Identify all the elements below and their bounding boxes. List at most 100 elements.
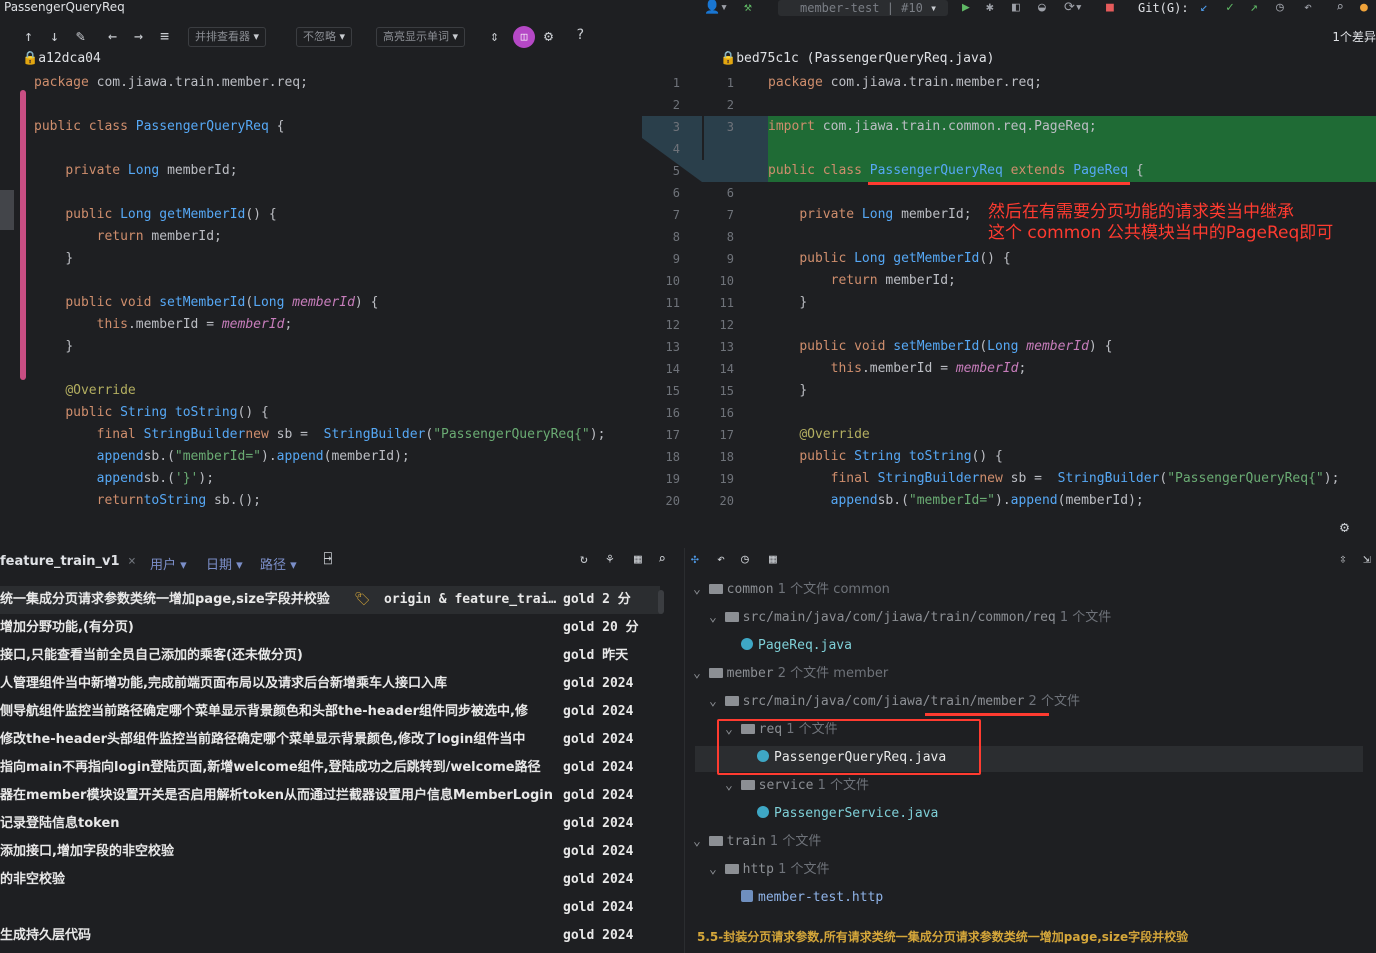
help-icon[interactable]: ? — [576, 27, 584, 43]
code-line: @Override — [768, 424, 869, 446]
rollback-icon[interactable]: ↶ — [1304, 0, 1312, 16]
tree-folder[interactable]: ⌄ src/main/java/com/jiawa/train/member 2… — [709, 688, 1080, 716]
commit-author-date: gold 2024 — [563, 704, 634, 719]
close-icon[interactable]: × — [128, 554, 136, 569]
commit-row[interactable]: 修改the-header头部组件监控当前路径确定哪个菜单显示背景颜色,修改了lo… — [0, 726, 660, 754]
tree-module[interactable]: ⌄ train 1 个文件 — [693, 828, 821, 856]
layout-icon[interactable]: ▦ — [634, 552, 642, 567]
debug-icon[interactable]: ✱ — [986, 0, 994, 16]
left-line-number: 13 — [665, 340, 680, 354]
tree-folder[interactable]: ⌄ service 1 个文件 — [725, 772, 869, 800]
right-line-number: 16 — [719, 406, 734, 420]
hammer-icon[interactable]: ⚒ — [744, 0, 752, 16]
back-icon[interactable]: ← — [108, 27, 117, 45]
tree-java[interactable]: PassengerService.java — [757, 800, 938, 828]
commit-row[interactable]: gold 2024 — [0, 894, 660, 922]
settings-icon[interactable]: ⚙ — [544, 27, 553, 45]
prev-diff-icon[interactable]: ↑ — [24, 27, 33, 45]
code-token: public void — [799, 339, 886, 354]
scroll-stripe[interactable] — [0, 190, 14, 230]
list-icon[interactable]: ≡ — [160, 27, 169, 45]
annotation-box — [717, 719, 981, 775]
code-token: return — [96, 229, 144, 244]
right-editor[interactable]: package com.jiawa.train.member.req; impor… — [768, 72, 1376, 512]
next-diff-icon[interactable]: ↓ — [50, 27, 59, 45]
pin-icon[interactable]: ✣ — [691, 552, 699, 567]
search-icon[interactable]: ⌕ — [1336, 0, 1344, 16]
update-badge-icon[interactable]: ● — [1360, 0, 1368, 16]
viewer-mode-select[interactable]: 并排查看器 — [188, 27, 267, 47]
profile-icon[interactable]: ◒ — [1038, 0, 1046, 16]
git-update-icon[interactable]: ↙ — [1200, 0, 1208, 16]
graph-icon[interactable]: ⍈ — [324, 552, 332, 567]
left-editor[interactable]: package com.jiawa.train.member.req; publi… — [34, 72, 642, 512]
commit-row[interactable]: 生成持久层代码 gold 2024 — [0, 922, 660, 950]
expand-all-icon[interactable]: ⇳ — [1339, 552, 1347, 567]
commit-row[interactable]: 指向main不再指向login登陆页面,新增welcome组件,登陆成功之后跳转… — [0, 754, 660, 782]
code-token: } — [65, 251, 74, 266]
tree-module[interactable]: ⌄ common 1 个文件 common — [693, 576, 890, 604]
highlight-mode-select[interactable]: 高亮显示单词 — [376, 27, 466, 47]
run-configuration-select[interactable]: member-test | #10 ▾ — [778, 0, 948, 16]
refresh-icon[interactable]: ↻ — [580, 552, 588, 567]
cherry-pick-icon[interactable]: ⚘ — [606, 552, 614, 567]
path-filter[interactable]: 路径 ▾ — [260, 554, 297, 573]
git-label: Git(G): — [1138, 1, 1189, 15]
search-icon[interactable]: ⌕ — [658, 552, 666, 567]
commit-row[interactable]: 侧导航组件监控当前路径确定哪个菜单显示背景颜色和头部the-header组件同步… — [0, 698, 660, 726]
coverage-icon[interactable]: ◧ — [1012, 0, 1020, 16]
history-icon[interactable]: ◷ — [1276, 0, 1284, 16]
commit-row[interactable]: 增加分野功能,(有分页) gold 20 分 — [0, 614, 660, 642]
code-token: Long — [854, 207, 894, 222]
date-filter[interactable]: 日期 ▾ — [206, 554, 243, 573]
code-token: ( — [245, 295, 254, 310]
run-icon[interactable]: ▶ — [962, 0, 970, 16]
magic-resolve-icon[interactable]: ◫ — [513, 26, 535, 48]
code-token: memberId — [1018, 339, 1089, 354]
edit-icon[interactable]: ✎ — [76, 27, 85, 45]
code-token: ). — [995, 493, 1011, 508]
more-run-icon[interactable]: ⟳▾ — [1064, 0, 1083, 16]
user-icon[interactable]: 👤▾ — [704, 0, 728, 16]
right-line-number: 12 — [719, 318, 734, 332]
forward-icon[interactable]: → — [134, 27, 143, 45]
commit-row[interactable]: 记录登陆信息token gold 2024 — [0, 810, 660, 838]
git-commit-icon[interactable]: ✓ — [1226, 0, 1234, 16]
commit-row[interactable]: 添加接口,增加字段的非空校验 gold 2024 — [0, 838, 660, 866]
stop-icon[interactable]: ■ — [1106, 0, 1114, 16]
log-scrollbar[interactable] — [658, 590, 664, 614]
history-icon[interactable]: ◷ — [741, 552, 749, 567]
branch-filter[interactable]: feature_train_v1 — [0, 554, 120, 569]
commit-message: 生成持久层代码 — [0, 928, 92, 943]
window-title: PassengerQueryReq — [4, 0, 125, 14]
title-bar: PassengerQueryReq 👤▾ ⚒ member-test | #10… — [0, 0, 1376, 16]
code-line: package com.jiawa.train.member.req; — [768, 72, 1042, 94]
user-filter[interactable]: 用户 ▾ — [150, 554, 187, 573]
left-line-number: 9 — [672, 252, 680, 266]
commit-row[interactable]: 人管理组件当中新增功能,完成前端页面布局以及请求后台新增乘车人接口入库 gold … — [0, 670, 660, 698]
code-token: memberId; — [877, 273, 956, 288]
commit-row[interactable]: 统一集成分页请求参数类统一增加page,size字段并校验 gold 2 分 — [0, 586, 660, 614]
tree-http[interactable]: member-test.http — [741, 884, 883, 912]
collapse-all-icon[interactable]: ⇲ — [1363, 552, 1371, 567]
code-token: Long — [253, 295, 285, 310]
tree-folder[interactable]: ⌄ src/main/java/com/jiawa/train/common/r… — [709, 604, 1111, 632]
gear-icon[interactable]: ⚙ — [1340, 518, 1349, 536]
group-by-icon[interactable]: ▦ — [769, 552, 777, 567]
folder-icon — [708, 836, 723, 846]
collapse-unchanged-icon[interactable]: ⇕ — [490, 27, 499, 45]
commit-row[interactable]: 的非空校验 gold 2024 — [0, 866, 660, 894]
git-push-icon[interactable]: ↗ — [1250, 0, 1258, 16]
commit-row[interactable]: 接口,只能查看当前全员自己添加的乘客(还未做分页) gold 昨天 — [0, 642, 660, 670]
code-token: this — [830, 361, 862, 376]
tree-module[interactable]: ⌄ member 2 个文件 member — [693, 660, 888, 688]
http-file-icon — [741, 890, 753, 902]
ignore-whitespace-select[interactable]: 不忽略 — [296, 27, 353, 47]
commit-row[interactable]: 器在member模块设置开关是否启用解析token从而通过拦截器设置用户信息Me… — [0, 782, 660, 810]
revert-icon[interactable]: ↶ — [717, 552, 725, 567]
code-line: return memberId; — [34, 226, 222, 248]
tree-java[interactable]: PageReq.java — [741, 632, 852, 660]
tree-folder[interactable]: ⌄ http 1 个文件 — [709, 856, 830, 884]
code-token: "PassengerQueryReq{" — [1167, 471, 1324, 486]
